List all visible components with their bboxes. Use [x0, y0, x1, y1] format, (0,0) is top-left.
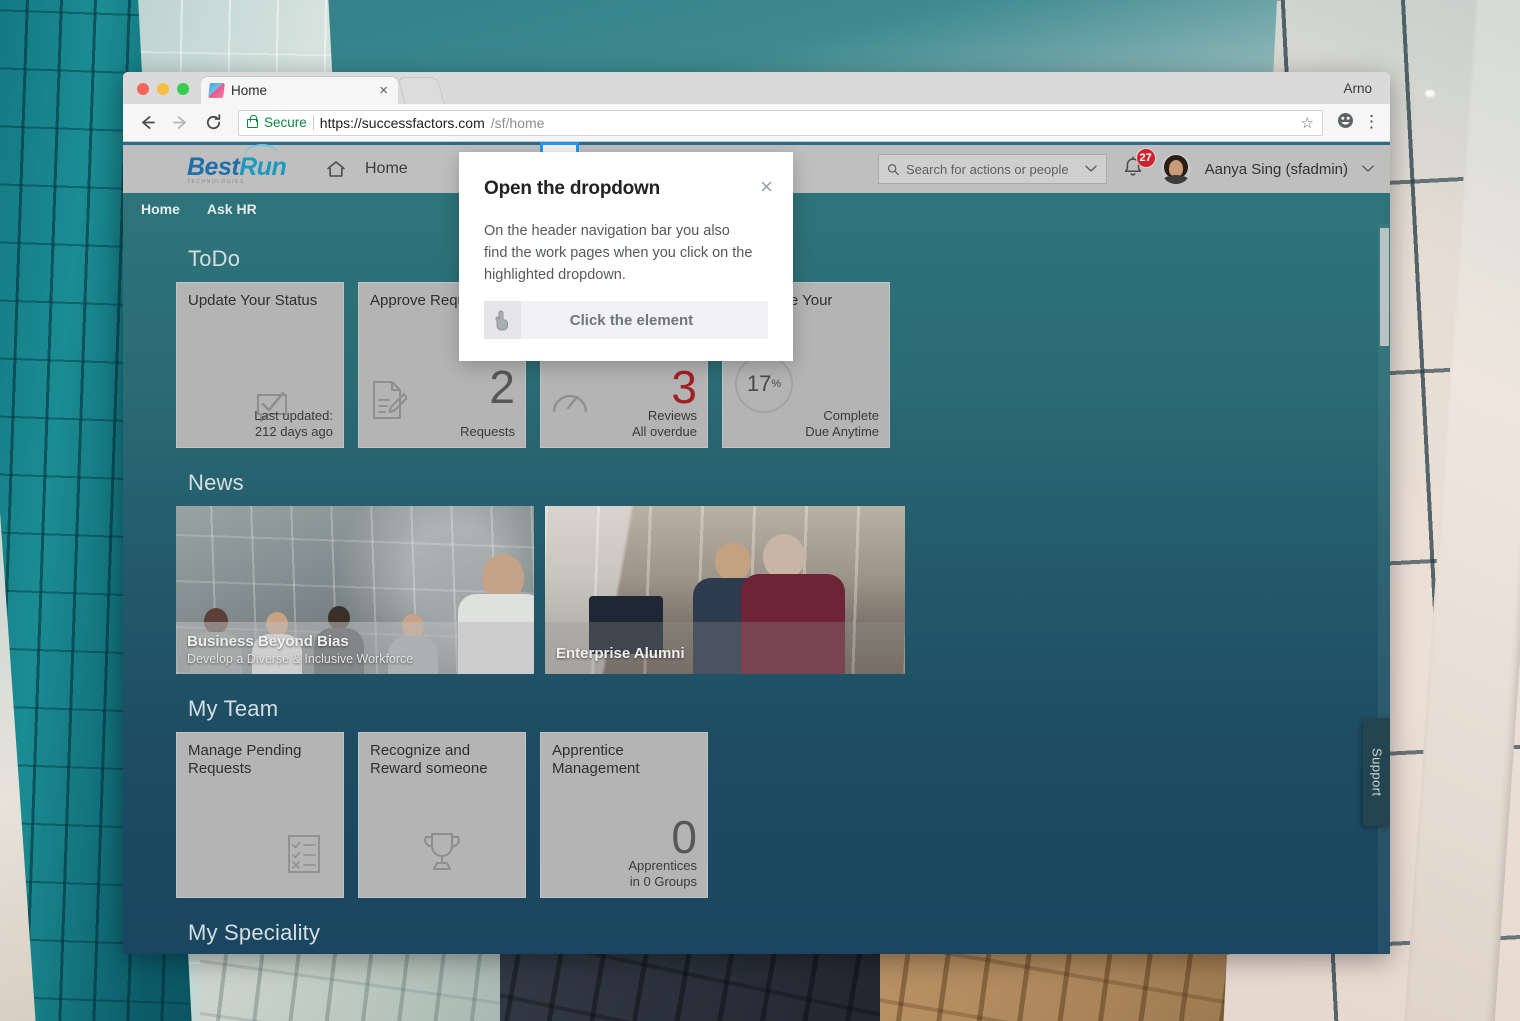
- tile-footer-line1: Complete: [823, 408, 879, 423]
- news-subtitle: Develop a Diverse & Inclusive Workforce: [187, 652, 414, 666]
- url-path: /sf/home: [490, 114, 545, 131]
- trophy-icon: [420, 832, 464, 877]
- section-title-news: News: [188, 470, 244, 495]
- maximize-window-button[interactable]: [177, 83, 189, 95]
- tile-number: 2: [489, 361, 515, 413]
- kebab-menu-icon[interactable]: ⋮: [1363, 113, 1380, 130]
- search-widget: Search for actions or people: [877, 154, 1107, 184]
- browser-tab[interactable]: Home ×: [201, 77, 398, 104]
- toolbar-actions: ⋮: [1334, 112, 1380, 134]
- news-title: Enterprise Alumni: [556, 645, 685, 662]
- back-arrow-icon[interactable]: [133, 109, 161, 137]
- section-title-my-team: My Team: [188, 696, 279, 721]
- click-the-element-label: Click the element: [569, 311, 694, 329]
- pointing-hand-icon: [484, 301, 521, 339]
- minimize-window-button[interactable]: [157, 83, 169, 95]
- close-tab-icon[interactable]: ×: [377, 83, 390, 98]
- header-right-actions: Search for actions or people 27 Aanya Si…: [877, 148, 1374, 184]
- tile-footer-line1: Apprentices: [628, 858, 697, 873]
- tile-footer-line1: Last updated:: [254, 408, 333, 423]
- tile-footer: Requests: [460, 424, 515, 440]
- reload-icon[interactable]: [199, 109, 227, 137]
- news-card-row: Business Beyond Bias Develop a Diverse &…: [176, 506, 1390, 674]
- my-team-tile-row: Manage Pending Requests Recognize and Re…: [176, 732, 1390, 898]
- tile-footer: Reviews All overdue: [632, 408, 697, 440]
- window-controls[interactable]: [123, 83, 201, 104]
- browser-toolbar: Secure https://successfactors.com/sf/hom…: [123, 104, 1390, 142]
- bookmark-star-icon[interactable]: ☆: [1301, 114, 1314, 132]
- window-glare: [1425, 90, 1435, 97]
- logo-part1: Best: [187, 153, 240, 181]
- news-card-enterprise-alumni[interactable]: Enterprise Alumni: [545, 506, 905, 674]
- tile-recognize-and-reward[interactable]: Recognize and Reward someone: [358, 732, 526, 898]
- percent-value: 17: [746, 371, 772, 396]
- subnav-item-home[interactable]: Home: [141, 201, 180, 217]
- tile-number: 0: [671, 811, 697, 863]
- click-the-element-button[interactable]: Click the element: [484, 301, 768, 339]
- subnav-item-ask-hr[interactable]: Ask HR: [207, 201, 257, 217]
- tile-footer-line1: Reviews: [647, 408, 697, 423]
- address-bar[interactable]: Secure https://successfactors.com/sf/hom…: [238, 109, 1323, 136]
- news-title: Business Beyond Bias: [187, 633, 349, 650]
- tile-footer-line2: in 0 Groups: [629, 874, 697, 889]
- profile-completion-ring: 17%: [735, 355, 793, 413]
- tile-manage-pending-requests[interactable]: Manage Pending Requests: [176, 732, 344, 898]
- chevron-down-icon[interactable]: [1362, 165, 1374, 173]
- percent-unit: %: [771, 378, 782, 390]
- search-icon: [887, 163, 899, 175]
- gauge-icon: [551, 386, 589, 421]
- tile-footer-line1: Requests: [460, 424, 515, 439]
- tile-apprentice-management[interactable]: Apprentice Management 0 Apprentices in 0…: [540, 732, 708, 898]
- tile-title: Manage Pending Requests: [188, 742, 302, 777]
- scrollbar-thumb[interactable]: [1380, 228, 1389, 346]
- search-placeholder: Search for actions or people: [905, 161, 1069, 177]
- coach-title: Open the dropdown: [484, 178, 661, 199]
- section-title-my-speciality: My Speciality: [188, 920, 321, 945]
- tile-title: Recognize and Reward someone: [370, 742, 488, 777]
- search-dropdown-toggle[interactable]: [1076, 154, 1107, 184]
- tile-footer-line2: Due Anytime: [805, 424, 879, 439]
- url-domain: https://successfactors.com: [319, 114, 485, 131]
- user-name-label[interactable]: Aanya Sing (sfadmin): [1205, 161, 1348, 178]
- support-tab[interactable]: Support: [1363, 718, 1390, 826]
- tile-title: Apprentice Management: [552, 742, 640, 777]
- close-window-button[interactable]: [137, 83, 149, 95]
- lock-icon: [247, 115, 258, 128]
- page-scrollbar[interactable]: [1378, 224, 1390, 954]
- document-edit-icon: [371, 380, 408, 425]
- coach-body-text: On the header navigation bar you also fi…: [484, 223, 753, 283]
- divider: [312, 115, 314, 130]
- notification-count-badge: 27: [1135, 148, 1156, 168]
- chevron-down-icon: [1085, 165, 1097, 172]
- tile-number: 3: [671, 361, 697, 413]
- home-icon[interactable]: [325, 158, 347, 180]
- forward-arrow-icon[interactable]: [166, 109, 194, 137]
- cloud-icon: [243, 144, 281, 159]
- nav-home-label[interactable]: Home: [365, 160, 408, 178]
- notifications-button[interactable]: 27: [1121, 148, 1156, 183]
- bestrun-logo[interactable]: BestRun TECHNOLOGIES: [187, 144, 287, 185]
- browser-tab-strip: Home × Arno: [123, 72, 1390, 104]
- new-tab-button[interactable]: [397, 77, 445, 104]
- coach-popup: Open the dropdown × On the header naviga…: [459, 152, 793, 361]
- tab-title: Home: [231, 83, 268, 98]
- tile-update-your-status[interactable]: Update Your Status Last updated: 212 day…: [176, 282, 344, 448]
- favicon-icon: [208, 83, 225, 98]
- tile-footer: Complete Due Anytime: [805, 408, 879, 440]
- tile-footer-line2: All overdue: [631, 424, 697, 439]
- tile-footer: Apprentices in 0 Groups: [628, 858, 697, 890]
- avatar[interactable]: [1160, 154, 1191, 184]
- tile-footer-line2: 212 days ago: [254, 424, 333, 439]
- search-input[interactable]: Search for actions or people: [877, 154, 1078, 184]
- avatar-body: [1162, 175, 1189, 184]
- news-card-business-beyond-bias[interactable]: Business Beyond Bias Develop a Diverse &…: [176, 506, 534, 674]
- tile-footer: Last updated: 212 days ago: [254, 408, 333, 440]
- profile-avatar-icon[interactable]: [1337, 112, 1354, 134]
- security-label: Secure: [264, 115, 307, 130]
- tile-title: Update Your Status: [188, 292, 318, 309]
- window-user-label[interactable]: Arno: [1343, 81, 1372, 96]
- close-icon[interactable]: ×: [760, 176, 773, 198]
- support-tab-label: Support: [1369, 747, 1385, 797]
- checklist-icon: [287, 834, 321, 879]
